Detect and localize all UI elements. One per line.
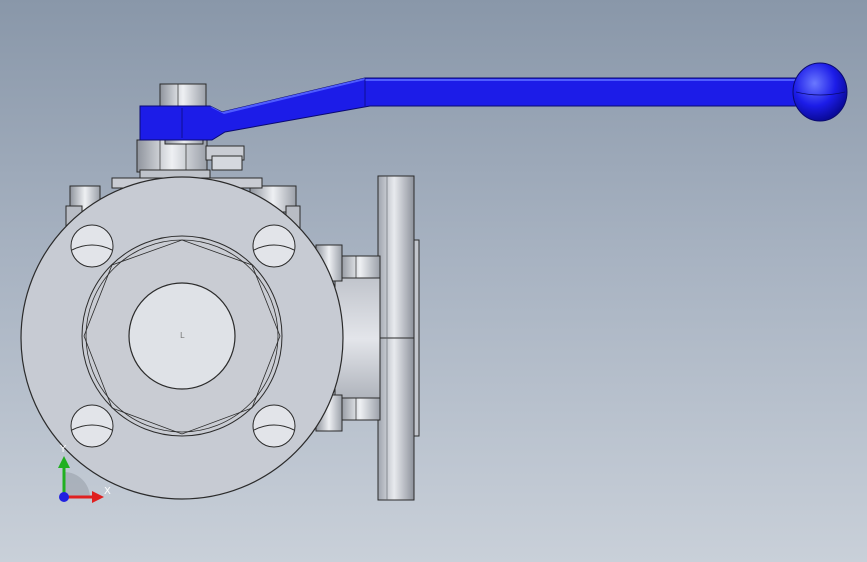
side-flange xyxy=(377,175,420,501)
handle-grip-ball[interactable] xyxy=(792,62,848,122)
cad-viewport[interactable]: L Y X xyxy=(0,0,867,562)
bolt-hole-bottom-left xyxy=(70,404,114,448)
bolt-hole-bottom-right xyxy=(252,404,296,448)
bolt-hole-top-left xyxy=(70,224,114,268)
valve-drawing: L Y X xyxy=(20,62,848,503)
x-axis-label: X xyxy=(104,486,111,497)
handle-lever[interactable] xyxy=(139,77,801,141)
front-flange: L xyxy=(20,176,344,500)
svg-text:L: L xyxy=(180,331,185,340)
y-axis-label: Y xyxy=(59,444,67,455)
bolt-hole-top-right xyxy=(252,224,296,268)
z-axis-dot xyxy=(59,492,69,502)
